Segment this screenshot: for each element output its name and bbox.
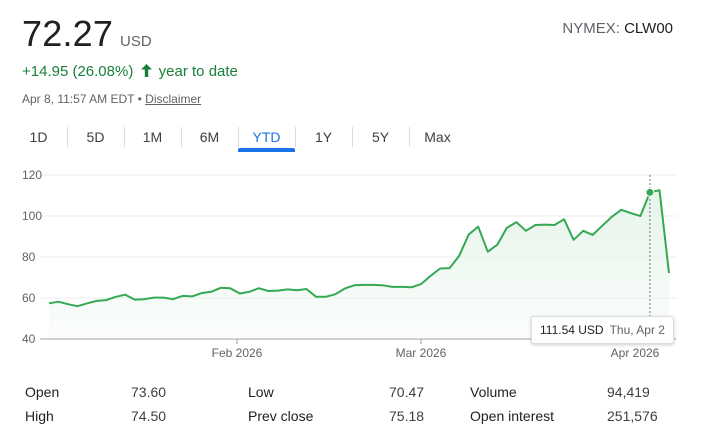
hover-tooltip: 111.54 USD Thu, Apr 2: [531, 316, 674, 344]
quote-timestamp: Apr 8, 11:57 AM EDT • Disclaimer: [22, 92, 201, 106]
tab-1d[interactable]: 1D: [10, 124, 67, 150]
x-tick-label: Feb 2026: [212, 346, 263, 360]
tooltip-value: 111.54 USD: [540, 323, 604, 337]
stat-value-high: 74.50: [131, 408, 167, 424]
change-value: +14.95 (26.08%): [22, 63, 134, 80]
current-price: 72.27: [22, 13, 114, 54]
exchange-label: NYMEX:: [562, 20, 620, 37]
stat-value-open: 73.60: [131, 384, 167, 400]
tab-5d[interactable]: 5D: [67, 124, 124, 150]
stat-label-open: Open: [25, 384, 60, 400]
tab-max[interactable]: Max: [409, 124, 466, 150]
stat-label-open-interest: Open interest: [470, 408, 555, 424]
stat-label-low: Low: [248, 384, 274, 400]
tab-1m[interactable]: 1M: [124, 124, 181, 150]
change-period: year to date: [158, 63, 238, 80]
disclaimer-link[interactable]: Disclaimer: [145, 92, 201, 106]
y-tick-label: 120: [22, 168, 42, 182]
tab-ytd[interactable]: YTD: [238, 124, 295, 152]
stat-value-open-interest: 251,576: [607, 408, 658, 424]
tab-6m[interactable]: 6M: [181, 124, 238, 150]
stat-label-high: High: [25, 408, 54, 424]
stat-value-low: 70.47: [389, 384, 425, 400]
stat-value-volume: 94,419: [607, 384, 650, 400]
tooltip-date: Thu, Apr 2: [609, 323, 665, 337]
up-arrow-icon: [140, 64, 152, 81]
hover-point: [645, 187, 655, 197]
y-tick-label: 100: [22, 209, 42, 223]
tab-5y[interactable]: 5Y: [352, 124, 409, 150]
range-tabs: 1D 5D 1M 6M YTD 1Y 5Y Max: [10, 124, 466, 152]
ticker-symbol: CLW00: [624, 20, 673, 37]
x-tick-label: Apr 2026: [611, 346, 660, 360]
exchange-symbol[interactable]: NYMEX: CLW00: [562, 20, 673, 37]
x-tick-label: Mar 2026: [396, 346, 447, 360]
stat-label-prev-close: Prev close: [248, 408, 314, 424]
stock-quote-panel: 72.27 USD NYMEX: CLW00 +14.95 (26.08%) y…: [0, 0, 713, 441]
tab-1y[interactable]: 1Y: [295, 124, 352, 150]
price-change: +14.95 (26.08%) year to date: [22, 63, 238, 80]
timestamp-text: Apr 8, 11:57 AM EDT •: [22, 92, 142, 106]
stat-value-prev-close: 75.18: [389, 408, 425, 424]
y-tick-label: 40: [22, 332, 36, 346]
y-tick-label: 60: [22, 291, 36, 305]
currency-label: USD: [120, 33, 152, 50]
y-tick-label: 80: [22, 250, 36, 264]
stat-label-volume: Volume: [470, 384, 517, 400]
